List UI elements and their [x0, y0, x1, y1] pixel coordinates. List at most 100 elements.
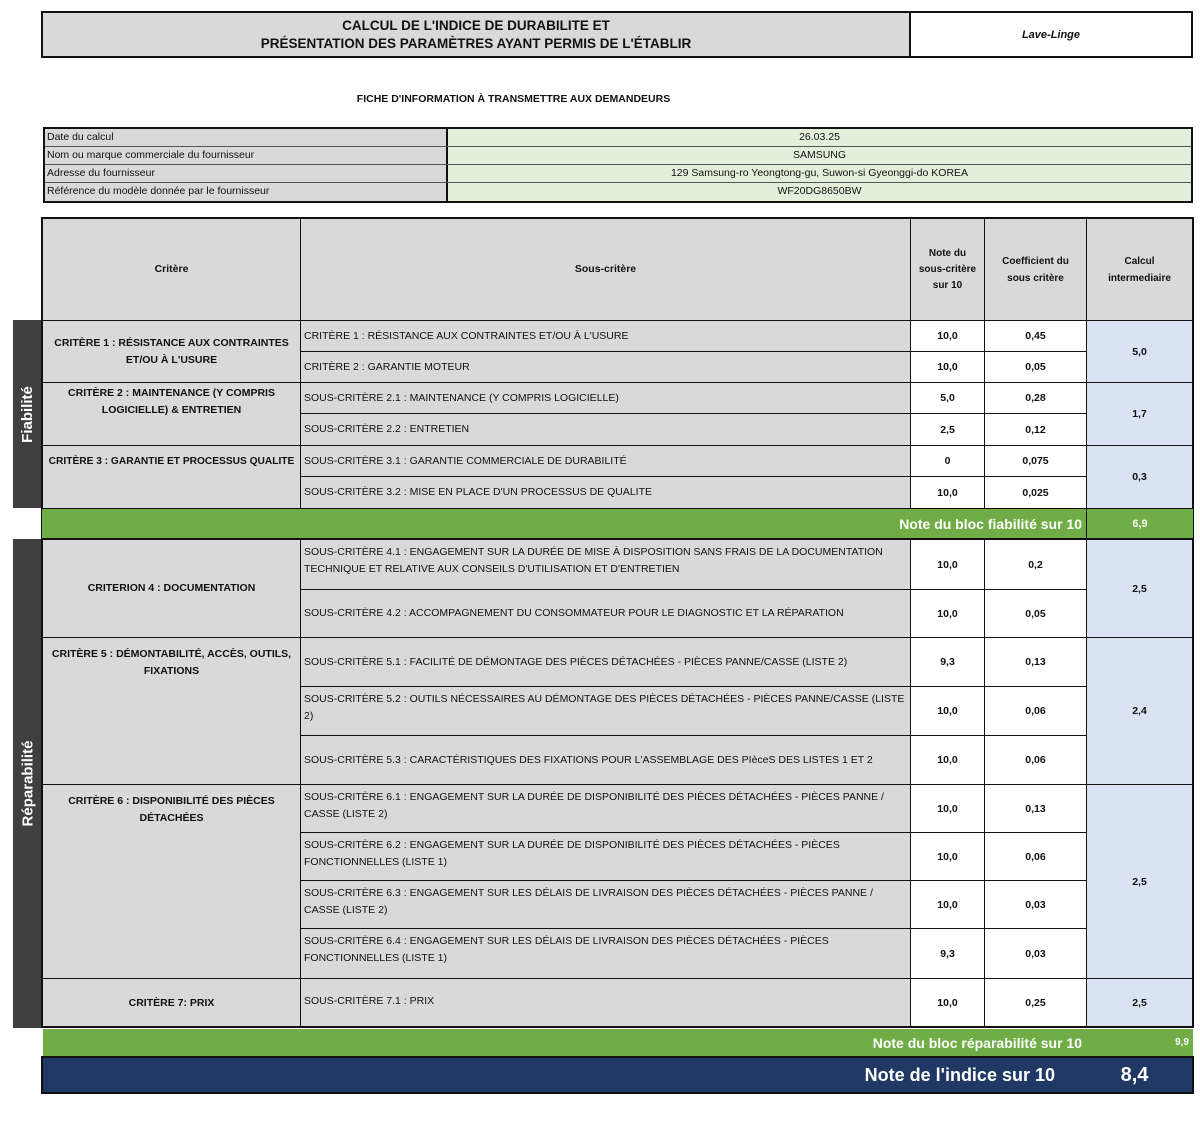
product-type: Lave-Linge [909, 11, 1193, 58]
info-label: Référence du modèle donnée par le fourni… [45, 183, 448, 201]
sub-criterion-coef: 0,05 [984, 351, 1087, 383]
section-fiabilite-text: Fiabilité [19, 385, 36, 443]
sub-criterion-note: 10,0 [910, 686, 985, 736]
sub-criterion-coef: 0,12 [984, 413, 1087, 446]
sub-criterion-note: 5,0 [910, 382, 985, 414]
info-value: 129 Samsung-ro Yeongtong-gu, Suwon-si Gy… [448, 165, 1191, 182]
sub-criterion-label: SOUS-CRITÈRE 4.2 : ACCOMPAGNEMENT DU CON… [300, 589, 911, 638]
calc-intermediaire-c3: 0,3 [1086, 445, 1193, 509]
sub-criterion-note: 10,0 [910, 832, 985, 881]
sub-criterion-note: 10,0 [910, 978, 985, 1028]
criterion-1: CRITÈRE 1 : RÉSISTANCE AUX CONTRAINTES E… [42, 320, 301, 383]
info-table: Date du calcul 26.03.25 Nom ou marque co… [43, 127, 1193, 203]
reparabilite-total-value: 9,9 [1175, 1037, 1189, 1048]
sub-criterion-note: 10,0 [910, 880, 985, 929]
sub-criterion-coef: 0,06 [984, 735, 1087, 785]
sub-criterion-label: SOUS-CRITÈRE 5.1 : FACILITÉ DE DÉMONTAGE… [300, 637, 911, 687]
calc-intermediaire-c5: 2,4 [1086, 637, 1193, 785]
sub-criterion-coef: 0,03 [984, 880, 1087, 929]
indice-total-label: Note de l'indice sur 10 [864, 1064, 1055, 1085]
sub-criterion-coef: 0,06 [984, 832, 1087, 881]
sub-criterion-note: 10,0 [910, 320, 985, 352]
subtitle: FICHE D'INFORMATION À TRANSMETTRE AUX DE… [356, 93, 671, 105]
sub-criterion-note: 10,0 [910, 539, 985, 590]
col-header-calc-l1: Calcul [1124, 255, 1155, 267]
sub-criterion-label: SOUS-CRITÈRE 6.2 : ENGAGEMENT SUR LA DUR… [300, 832, 911, 881]
reparabilite-total-row: Note du bloc réparabilité sur 10 9,9 [43, 1029, 1193, 1056]
sub-criterion-label: SOUS-CRITÈRE 6.3 : ENGAGEMENT SUR LES DÉ… [300, 880, 911, 929]
sub-criterion-coef: 0,13 [984, 784, 1087, 833]
col-header-calc-l2: intermediaire [1108, 272, 1171, 284]
indice-total-row: Note de l'indice sur 10 8,4 [41, 1056, 1194, 1094]
document-title: CALCUL DE L'INDICE DE DURABILITE ET PRÉS… [41, 11, 911, 58]
sub-criterion-note: 9,3 [910, 637, 985, 687]
sub-criterion-coef: 0,03 [984, 928, 1087, 979]
col-header-coef-l1: Coefficient du [1002, 255, 1069, 267]
fiabilite-total-label: Note du bloc fiabilité sur 10 [899, 515, 1082, 532]
col-header-coef-l2: sous critère [1007, 272, 1064, 284]
sub-criterion-note: 10,0 [910, 351, 985, 383]
col-header-sous-critere: Sous-critère [300, 218, 911, 321]
col-header-note: Note du sous-critère sur 10 [910, 218, 985, 321]
info-value: 26.03.25 [448, 129, 1191, 146]
sub-criterion-coef: 0,13 [984, 637, 1087, 687]
sub-criterion-coef: 0,28 [984, 382, 1087, 414]
section-reparabilite-text: Réparabilité [19, 740, 36, 827]
col-header-coef: Coefficient du sous critère [984, 218, 1087, 321]
sub-criterion-label: SOUS-CRITÈRE 2.1 : MAINTENANCE (Y COMPRI… [300, 382, 911, 414]
info-value: WF20DG8650BW [448, 183, 1191, 201]
sub-criterion-label: SOUS-CRITÈRE 6.1 : ENGAGEMENT SUR LA DUR… [300, 784, 911, 833]
info-label: Date du calcul [45, 129, 448, 146]
calc-intermediaire-c6: 2,5 [1086, 784, 1193, 979]
section-label-reparabilite: Réparabilité [13, 539, 42, 1028]
sub-criterion-label: CRITÈRE 2 : GARANTIE MOTEUR [300, 351, 911, 383]
fiabilite-total-row: Note du bloc fiabilité sur 10 6,9 [42, 508, 1193, 539]
sub-criterion-label: SOUS-CRITÈRE 5.3 : CARACTÉRISTIQUES DES … [300, 735, 911, 785]
title-line-1: CALCUL DE L'INDICE DE DURABILITE ET [342, 17, 610, 33]
sub-criterion-note: 10,0 [910, 735, 985, 785]
criterion-2: CRITÈRE 2 : MAINTENANCE (Y COMPRIS LOGIC… [42, 382, 301, 446]
sub-criterion-label: SOUS-CRITÈRE 4.1 : ENGAGEMENT SUR LA DUR… [300, 539, 911, 590]
sub-criterion-coef: 0,45 [984, 320, 1087, 352]
calc-intermediaire-c7: 2,5 [1086, 978, 1193, 1028]
sub-criterion-label: SOUS-CRITÈRE 5.2 : OUTILS NÉCESSAIRES AU… [300, 686, 911, 736]
calc-intermediaire-c4: 2,5 [1086, 539, 1193, 638]
col-header-critere: Critère [42, 218, 301, 321]
criterion-3: CRITÈRE 3 : GARANTIE ET PROCESSUS QUALIT… [42, 445, 301, 509]
calc-intermediaire-c2: 1,7 [1086, 382, 1193, 446]
sub-criterion-note: 2,5 [910, 413, 985, 446]
sub-criterion-coef: 0,06 [984, 686, 1087, 736]
sub-criterion-label: SOUS-CRITÈRE 3.2 : MISE EN PLACE D'UN PR… [300, 476, 911, 509]
criterion-5: CRITÈRE 5 : DÉMONTABILITÉ, ACCÈS, OUTILS… [42, 637, 301, 785]
sub-criterion-note: 10,0 [910, 784, 985, 833]
calc-intermediaire-c1: 5,0 [1086, 320, 1193, 383]
col-header-note-l3: sur 10 [932, 279, 963, 291]
sub-criterion-coef: 0,2 [984, 539, 1087, 590]
sub-criterion-note: 10,0 [910, 476, 985, 509]
section-label-fiabilite: Fiabilité [13, 320, 42, 508]
sub-criterion-coef: 0,025 [984, 476, 1087, 509]
col-header-calcul: Calcul intermediaire [1086, 218, 1193, 321]
sub-criterion-label: SOUS-CRITÈRE 6.4 : ENGAGEMENT SUR LES DÉ… [300, 928, 911, 979]
sub-criterion-label: SOUS-CRITÈRE 7.1 : PRIX [300, 978, 911, 1028]
sub-criterion-note: 0 [910, 445, 985, 477]
info-label: Nom ou marque commerciale du fournisseur [45, 147, 448, 164]
sub-criterion-coef: 0,25 [984, 978, 1087, 1028]
sub-criterion-label: SOUS-CRITÈRE 2.2 : ENTRETIEN [300, 413, 911, 446]
info-row-date: Date du calcul 26.03.25 [45, 129, 1191, 147]
info-row-reference: Référence du modèle donnée par le fourni… [45, 183, 1191, 201]
fiabilite-total-value: 6,9 [1086, 509, 1193, 538]
sub-criterion-note: 9,3 [910, 928, 985, 979]
sub-criterion-note: 10,0 [910, 589, 985, 638]
sub-criterion-label: SOUS-CRITÈRE 3.1 : GARANTIE COMMERCIALE … [300, 445, 911, 477]
reparabilite-total-label: Note du bloc réparabilité sur 10 [872, 1034, 1082, 1051]
sub-criterion-coef: 0,075 [984, 445, 1087, 477]
col-header-note-l2: sous-critère [918, 263, 977, 275]
title-line-2: PRÉSENTATION DES PARAMÈTRES AYANT PERMIS… [260, 35, 692, 51]
sub-criterion-label: CRITÈRE 1 : RÉSISTANCE AUX CONTRAINTES E… [300, 320, 911, 352]
sub-criterion-coef: 0,05 [984, 589, 1087, 638]
info-row-brand: Nom ou marque commerciale du fournisseur… [45, 147, 1191, 165]
criterion-7: CRITÈRE 7: PRIX [42, 978, 301, 1028]
info-label: Adresse du fournisseur [45, 165, 448, 182]
indice-total-value: 8,4 [1120, 1063, 1149, 1086]
